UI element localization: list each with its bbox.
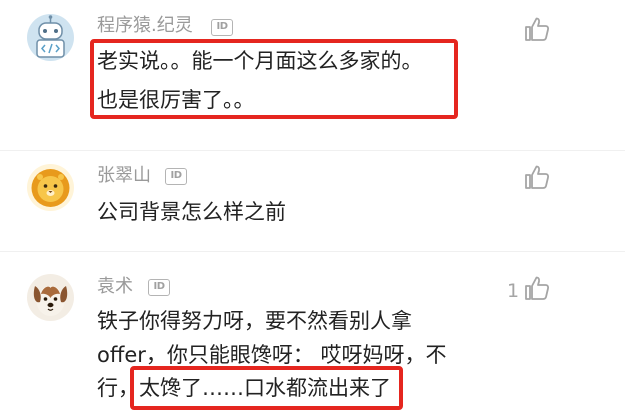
highlight-box (90, 39, 458, 119)
id-badge: ID (148, 279, 170, 296)
avatar[interactable] (27, 274, 74, 321)
id-badge: ID (211, 19, 233, 36)
avatar[interactable] (27, 164, 74, 211)
dog-avatar-icon (27, 274, 74, 321)
thumbs-up-icon[interactable] (523, 163, 551, 191)
id-badge: ID (165, 168, 187, 185)
comment-text-line: 铁子你得努力呀，要不然看别人拿 (97, 309, 412, 333)
thumbs-up-icon[interactable] (523, 15, 551, 43)
username[interactable]: 袁术 (97, 276, 133, 298)
thumbs-up-icon[interactable] (523, 274, 551, 302)
username[interactable]: 程序猿.纪灵 (97, 15, 193, 37)
robot-avatar-icon (27, 14, 74, 61)
username[interactable]: 张翠山 (97, 165, 151, 187)
lion-avatar-icon (27, 164, 74, 211)
comment-item: 张翠山 ID 公司背景怎么样之前 (0, 151, 625, 251)
highlight-box (130, 366, 403, 410)
comment-item: 袁术 ID 1 铁子你得努力呀，要不然看别人拿 offer，你只能眼馋呀： 哎呀… (0, 252, 625, 411)
like-count: 1 (507, 280, 520, 302)
comment-text-line: 公司背景怎么样之前 (97, 200, 286, 224)
comment-item: 程序猿.纪灵 ID 老实说。。能一个月面这么多家的。 也是很厉害了。。 (0, 0, 625, 150)
avatar[interactable] (27, 14, 74, 61)
